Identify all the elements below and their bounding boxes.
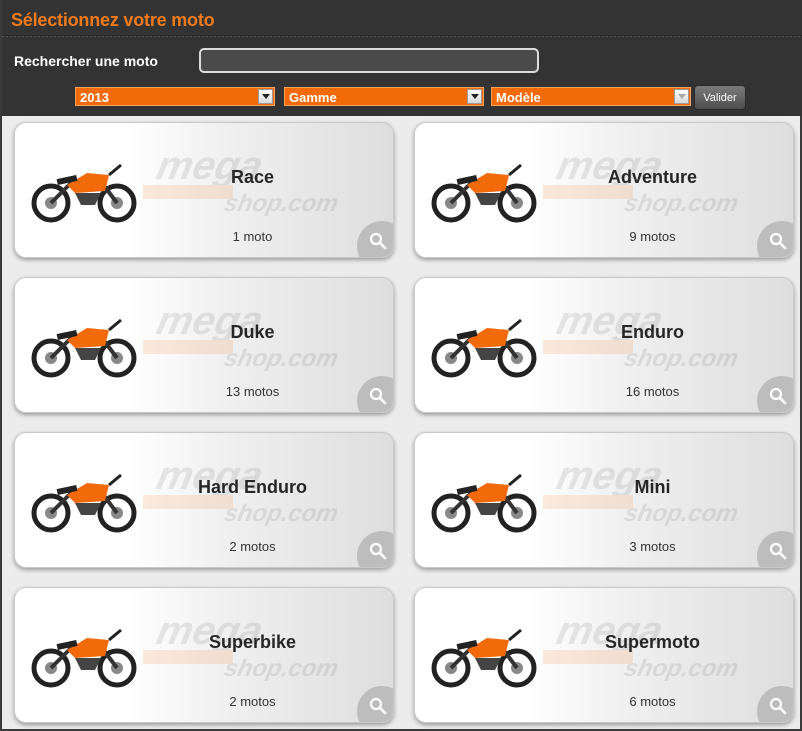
search-icon [369, 232, 387, 250]
search-icon-badge[interactable] [757, 686, 793, 722]
search-icon-badge[interactable] [357, 531, 393, 567]
model-select[interactable]: Modèle [491, 87, 691, 106]
moto-selector: Sélectionnez votre moto Rechercher une m… [0, 0, 802, 731]
search-icon [769, 387, 787, 405]
mini-bike-icon [431, 473, 537, 533]
svg-text:shop.com: shop.com [622, 655, 741, 682]
category-count: 3 motos [629, 539, 676, 554]
search-icon [369, 542, 387, 560]
search-icon-badge[interactable] [357, 221, 393, 257]
enduro-bike-icon [431, 318, 537, 378]
svg-text:shop.com: shop.com [222, 655, 341, 682]
category-count: 2 motos [229, 694, 276, 709]
search-icon-badge[interactable] [357, 686, 393, 722]
year-select[interactable]: 2013 [75, 87, 275, 106]
category-count: 6 motos [629, 694, 676, 709]
model-select-value: Modèle [496, 90, 541, 105]
divider [2, 36, 802, 37]
svg-text:shop.com: shop.com [222, 345, 341, 372]
category-card[interactable]: mega shop.com Race 1 moto [14, 122, 394, 258]
category-card[interactable]: mega shop.com Duke 13 motos [14, 277, 394, 413]
search-icon-badge[interactable] [757, 221, 793, 257]
search-icon [769, 232, 787, 250]
category-name: Enduro [621, 322, 684, 342]
title-bar: Sélectionnez votre moto [2, 0, 802, 36]
category-card[interactable]: mega shop.com Supermoto 6 motos [414, 587, 794, 723]
category-name: Mini [634, 477, 671, 497]
range-select-value: Gamme [289, 90, 337, 105]
category-name: Duke [230, 322, 275, 342]
page-title: Sélectionnez votre moto [11, 10, 215, 30]
category-count: 2 motos [229, 539, 276, 554]
category-count: 9 motos [629, 229, 676, 244]
naked-bike-icon [31, 318, 137, 378]
svg-text:shop.com: shop.com [622, 345, 741, 372]
category-name: Hard Enduro [197, 477, 307, 497]
category-name: Supermoto [604, 632, 700, 652]
category-card[interactable]: mega shop.com Mini 3 motos [414, 432, 794, 568]
search-icon-badge[interactable] [357, 376, 393, 412]
superbike-icon [31, 628, 137, 688]
search-icon [769, 542, 787, 560]
sport-bike-icon [31, 163, 137, 223]
category-count: 16 motos [625, 384, 680, 399]
search-icon [369, 697, 387, 715]
category-count: 13 motos [225, 384, 280, 399]
category-card[interactable]: mega shop.com Adventure 9 motos [414, 122, 794, 258]
category-count: 1 moto [232, 229, 273, 244]
category-name: Adventure [607, 167, 697, 187]
search-icon [769, 697, 787, 715]
supermoto-bike-icon [431, 628, 537, 688]
search-icon-badge[interactable] [757, 376, 793, 412]
adventure-bike-icon [431, 163, 537, 223]
year-select-value: 2013 [80, 90, 109, 105]
chevron-down-icon[interactable] [467, 89, 482, 104]
selector-header: Sélectionnez votre moto Rechercher une m… [2, 0, 802, 116]
category-card[interactable]: mega shop.com Enduro 16 motos [414, 277, 794, 413]
svg-text:shop.com: shop.com [222, 190, 341, 217]
search-icon-badge[interactable] [757, 531, 793, 567]
category-card[interactable]: mega shop.com Superbike 2 motos [14, 587, 394, 723]
hard-enduro-bike-icon [31, 473, 137, 533]
submit-button[interactable]: Valider [694, 85, 746, 110]
range-select[interactable]: Gamme [284, 87, 484, 106]
svg-text:shop.com: shop.com [622, 500, 741, 527]
svg-text:shop.com: shop.com [622, 190, 741, 217]
category-name: Race [230, 167, 275, 187]
svg-text:shop.com: shop.com [222, 500, 341, 527]
category-card[interactable]: mega shop.com Hard Enduro 2 motos [14, 432, 394, 568]
chevron-down-icon[interactable] [674, 89, 689, 104]
search-icon [369, 387, 387, 405]
search-input[interactable] [199, 48, 539, 73]
chevron-down-icon[interactable] [258, 89, 273, 104]
search-label: Rechercher une moto [14, 53, 158, 69]
category-name: Superbike [208, 632, 297, 652]
